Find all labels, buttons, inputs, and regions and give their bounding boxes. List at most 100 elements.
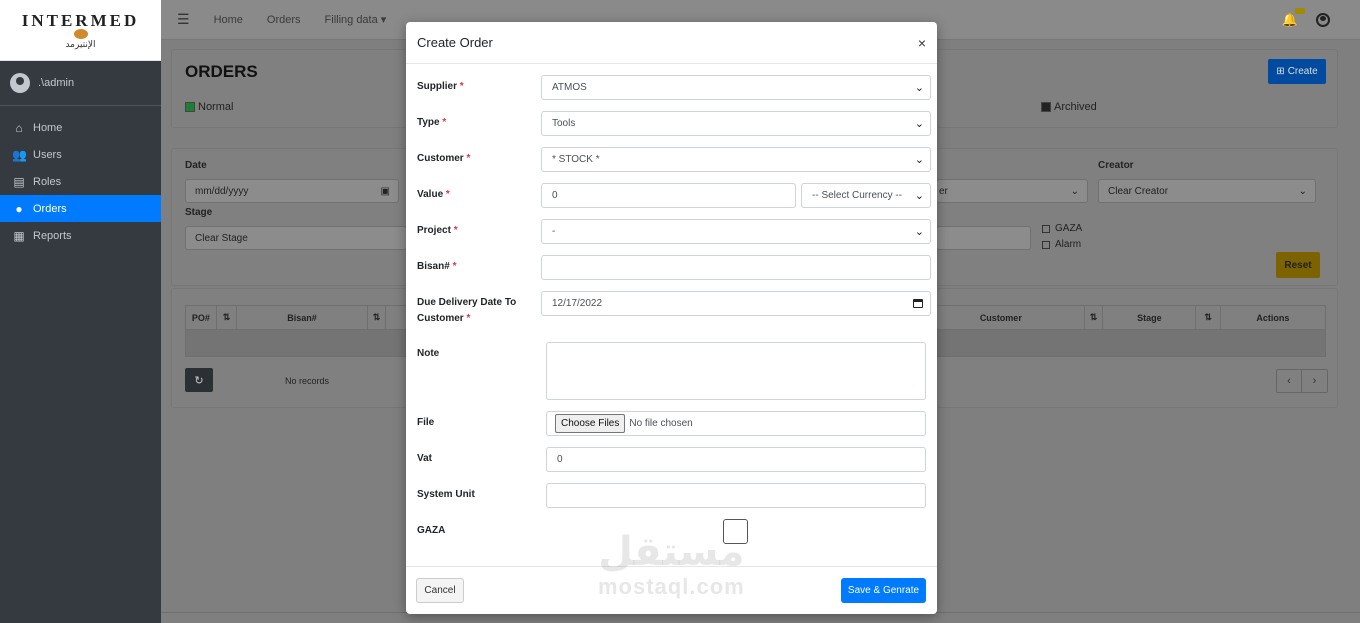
- chevron-down-icon: ⌄: [914, 190, 924, 202]
- alarm-filter-checkbox[interactable]: Alarm: [1042, 239, 1081, 250]
- stage-filter-value: Clear Stage: [195, 232, 248, 244]
- chevron-left-icon[interactable]: ‹: [1277, 370, 1302, 392]
- stage-filter-select[interactable]: Clear Stage: [185, 226, 407, 250]
- column-header-customer[interactable]: Customer: [916, 306, 1085, 329]
- currency-placeholder: -- Select Currency --: [812, 190, 903, 201]
- date-filter-input[interactable]: mm/dd/yyyy ▣: [185, 179, 399, 203]
- customer-select[interactable]: * STOCK * ⌄: [541, 147, 931, 172]
- column-header-bisan[interactable]: Bisan#: [237, 306, 368, 329]
- column-header-label: Actions: [1256, 312, 1290, 323]
- customer-filter-select[interactable]: er ⌄: [936, 179, 1088, 203]
- currency-select[interactable]: -- Select Currency -- ⌄: [801, 183, 931, 208]
- system-unit-input[interactable]: [546, 483, 926, 508]
- due-date-value: 12/17/2022: [552, 298, 603, 309]
- project-value: -: [552, 226, 556, 237]
- sidebar-item-label: Roles: [33, 175, 62, 188]
- project-select[interactable]: - ⌄: [541, 219, 931, 244]
- no-records-text: No records: [285, 376, 330, 386]
- date-filter-placeholder: mm/dd/yyyy: [195, 185, 249, 197]
- supplier-value: ATMOS: [552, 82, 587, 93]
- due-date-label: Due Delivery Date To Customer *: [417, 297, 517, 324]
- type-value: Tools: [552, 118, 576, 129]
- column-header-po[interactable]: PO#: [186, 306, 217, 329]
- page-title: ORDERS: [185, 62, 258, 81]
- logo-mark-icon: [73, 28, 88, 39]
- orders-icon: ●: [15, 201, 23, 216]
- create-button[interactable]: ⊞ Create: [1268, 59, 1326, 84]
- sidebar-item-roles[interactable]: ▤ Roles: [0, 168, 161, 195]
- home-icon: ⌂: [15, 120, 23, 135]
- file-label: File: [417, 417, 435, 428]
- refresh-icon[interactable]: ↻: [185, 368, 213, 392]
- date-filter-label: Date: [185, 160, 207, 171]
- choose-files-button[interactable]: Choose Files: [555, 414, 626, 433]
- logo-arabic-text: الإنتيرمد: [65, 39, 96, 50]
- notification-badge: [1295, 7, 1305, 14]
- calendar-icon[interactable]: [913, 299, 923, 308]
- due-date-input[interactable]: 12/17/2022: [541, 291, 931, 316]
- customer-filter-value: er: [939, 185, 948, 197]
- user-name: .\admin: [38, 77, 75, 89]
- customer-value: * STOCK *: [552, 154, 600, 165]
- value-input-value: 0: [552, 190, 558, 201]
- vat-label: Vat: [417, 453, 433, 464]
- value-input[interactable]: 0: [541, 183, 796, 208]
- note-textarea[interactable]: [546, 342, 926, 400]
- legend-normal-label: Normal: [198, 101, 234, 113]
- type-label: Type *: [417, 117, 447, 128]
- sidebar: INTERMED الإنتيرمد .\admin ⌂ Home 👥 User…: [0, 0, 161, 623]
- creator-filter-select[interactable]: Clear Creator ⌄: [1098, 179, 1316, 203]
- column-header-label: Stage: [1137, 312, 1162, 323]
- supplier-select[interactable]: ATMOS ⌄: [541, 75, 931, 100]
- sort-icon[interactable]: ⇅: [217, 306, 238, 329]
- sidebar-item-users[interactable]: 👥 Users: [0, 141, 161, 168]
- topbar-link-orders[interactable]: Orders: [267, 14, 301, 26]
- create-button-label: Create: [1287, 66, 1318, 77]
- sidebar-item-home[interactable]: ⌂ Home: [0, 114, 161, 141]
- user-account-icon[interactable]: [1316, 12, 1330, 27]
- topbar-link-home[interactable]: Home: [214, 14, 243, 26]
- avatar: [10, 73, 30, 93]
- sidebar-item-orders[interactable]: ● Orders: [0, 195, 161, 222]
- legend-archived-swatch: [1041, 102, 1051, 112]
- sidebar-nav: ⌂ Home 👥 Users ▤ Roles ● Orders ▦ Report…: [0, 106, 161, 249]
- stage-filter-label: Stage: [185, 207, 213, 218]
- close-icon[interactable]: ×: [918, 35, 926, 51]
- bell-icon[interactable]: 🔔: [1282, 7, 1305, 28]
- chevron-down-icon: ⌄: [1298, 185, 1307, 197]
- calendar-icon: ▣: [380, 185, 390, 197]
- chevron-right-icon[interactable]: ›: [1302, 370, 1327, 392]
- value-label: Value *: [417, 189, 450, 200]
- sort-icon[interactable]: ⇅: [368, 306, 387, 329]
- roles-icon: ▤: [13, 174, 25, 189]
- gaza-filter-checkbox[interactable]: GAZA: [1042, 223, 1082, 234]
- chevron-down-icon: ⌄: [914, 82, 924, 94]
- gaza-checkbox[interactable]: [723, 519, 748, 544]
- chevron-down-icon: ⌄: [914, 226, 924, 238]
- reset-button[interactable]: Reset: [1276, 252, 1320, 278]
- pagination: ‹ ›: [1276, 369, 1328, 393]
- supplier-label: Supplier *: [417, 81, 464, 92]
- vat-input[interactable]: 0: [546, 447, 926, 472]
- column-header-actions: Actions: [1221, 306, 1325, 329]
- column-header-stage[interactable]: Stage: [1103, 306, 1197, 329]
- user-panel[interactable]: .\admin: [0, 61, 161, 106]
- brand-logo[interactable]: INTERMED الإنتيرمد: [0, 0, 161, 61]
- type-select[interactable]: Tools ⌄: [541, 111, 931, 136]
- sort-icon[interactable]: ⇅: [1196, 306, 1221, 329]
- filter-text-input[interactable]: [936, 226, 1031, 250]
- checkbox-box: [1042, 240, 1050, 249]
- bisan-input[interactable]: [541, 255, 931, 280]
- legend-normal: Normal: [185, 101, 233, 113]
- save-and-generate-button[interactable]: Save & Genrate: [841, 578, 926, 603]
- sidebar-item-reports[interactable]: ▦ Reports: [0, 222, 161, 249]
- menu-icon[interactable]: ☰: [177, 11, 190, 28]
- sort-icon[interactable]: ⇅: [1085, 306, 1104, 329]
- cancel-button[interactable]: Cancel: [416, 578, 464, 603]
- vat-input-value: 0: [557, 454, 563, 465]
- reports-icon: ▦: [13, 228, 25, 243]
- sidebar-item-label: Users: [33, 148, 62, 161]
- file-input[interactable]: Choose Files No file chosen: [546, 411, 926, 436]
- logo-text: INTERMED: [21, 10, 140, 30]
- topbar-link-filling-data[interactable]: Filling data ▾: [325, 13, 387, 26]
